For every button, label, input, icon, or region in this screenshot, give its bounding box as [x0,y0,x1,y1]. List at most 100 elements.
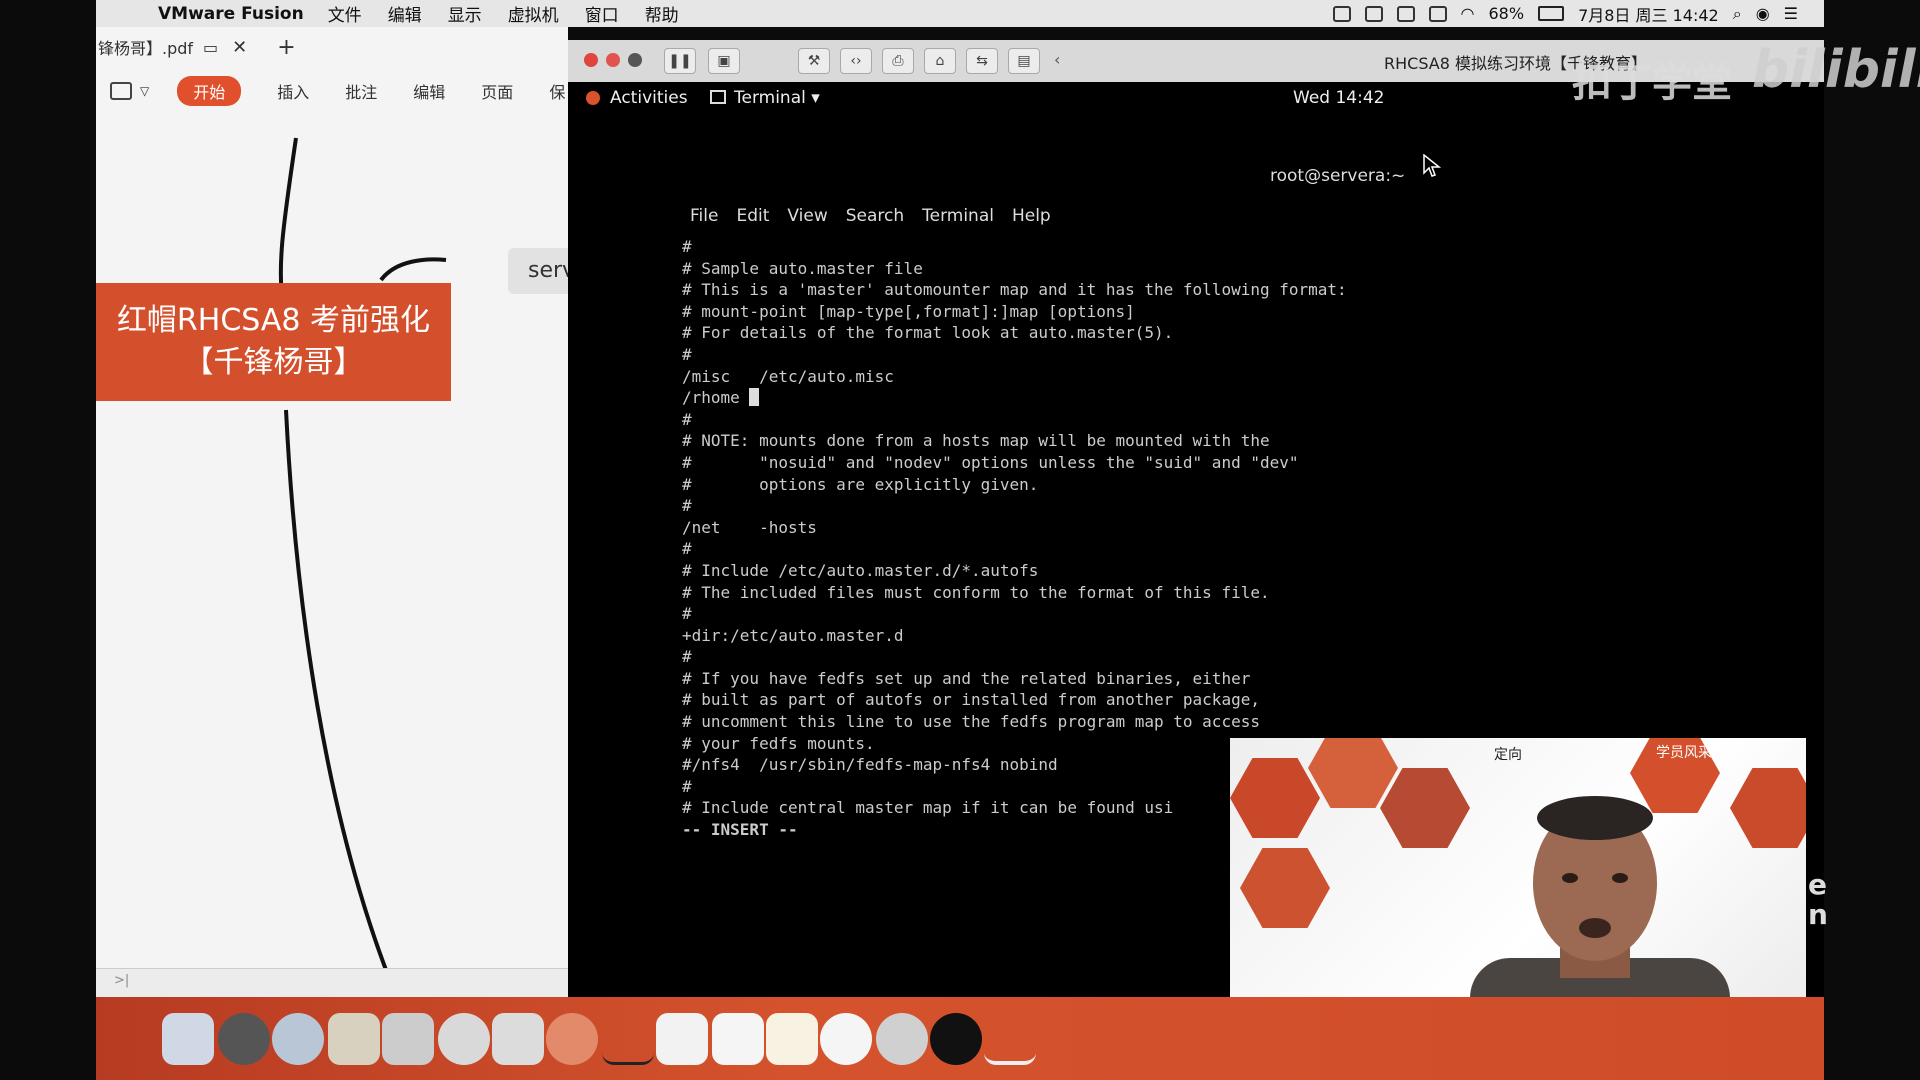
disk-button[interactable]: ⌂ [924,48,956,74]
safari-icon[interactable] [272,1013,324,1065]
pdf-toolbar: ▽ 开始 插入 批注 编辑 页面 保 [96,71,568,111]
side-clipped-text: e n [1808,868,1828,931]
terminal-menu-edit[interactable]: Edit [736,206,769,226]
terminal-app-menu[interactable]: Terminal ▾ [734,88,820,108]
terminal-line: # If you have fedfs set up and the relat… [682,668,1251,688]
terminal-line: +dir:/etc/auto.master.d [682,625,904,645]
notes-pen-icon[interactable] [602,1013,654,1065]
user-icon[interactable]: ◉ [1756,4,1770,23]
terminal-line: # NOTE: mounts done from a hosts map wil… [682,431,1270,451]
terminal-line: # Include /etc/auto.master.d/*.autofs [682,560,1039,580]
terminal-line: /rhome [682,387,1442,409]
bilibili-logo: bilibili [1752,40,1920,100]
menu-help[interactable]: 帮助 [645,1,679,26]
code-view-button[interactable]: ‹› [840,48,872,74]
terminal-menu-file[interactable]: File [690,206,718,226]
window-minimize-button[interactable] [606,53,620,67]
sidebar-toggle-icon[interactable]: >| [114,973,129,988]
facetime-icon[interactable] [382,1013,434,1065]
close-icon[interactable]: ✕ [232,37,247,58]
menu-window[interactable]: 窗口 [585,1,619,26]
wall-label-students: 学员风采 [1656,745,1712,761]
maps-icon[interactable] [492,1013,544,1065]
messages-icon[interactable] [438,1013,490,1065]
pause-button[interactable]: ❚❚ [664,48,696,74]
podcasts-icon[interactable] [876,1013,928,1065]
notification-list-icon[interactable]: ☰ [1784,4,1798,23]
terminal-line: /misc /etc/auto.misc [682,366,894,386]
tab-more[interactable]: 保 [549,79,565,103]
mindmap-canvas [278,137,447,971]
window-close-button[interactable] [584,53,598,67]
terminal-line: # [682,647,692,667]
terminal-line: # This is a 'master' automounter map and… [682,280,1347,300]
battery-icon[interactable] [1538,6,1565,21]
activities-button[interactable]: Activities [610,88,688,108]
terminal-line: # uncomment this line to use the fedfs p… [682,712,1260,732]
settings-wrench-button[interactable]: ⚒ [798,48,830,74]
menu-file[interactable]: 文件 [328,1,362,26]
tab-page[interactable]: 页面 [481,79,513,103]
finder-icon[interactable] [162,1013,214,1065]
clock-datetime[interactable]: 7月8日 周三 14:42 [1578,2,1719,26]
music-icon[interactable] [820,1013,872,1065]
status-w-icon[interactable] [1396,5,1415,22]
terminal-line: # [682,409,692,429]
terminal-line: # [682,344,692,364]
terminal-menu-view[interactable]: View [787,206,827,226]
printer-button[interactable]: ⎙ [882,48,914,74]
pdf-tab-preview-icon[interactable]: ▭ [203,38,218,57]
terminal-line: # "nosuid" and "nodev" options unless th… [682,452,1299,472]
gnome-clock[interactable]: Wed 14:42 [1293,88,1384,108]
terminal-line: # mount-point [map-type[,format]:]map [o… [682,301,1135,321]
menu-app-name[interactable]: VMware Fusion [158,4,304,24]
chevron-down-icon[interactable]: ▽ [140,84,149,98]
terminal-line: # built as part of autofs or installed f… [682,690,1260,710]
apple-tv-icon[interactable] [930,1013,982,1065]
reminders-icon[interactable] [712,1013,764,1065]
terminal-window-title: root@servera:~ [1270,166,1406,186]
tab-annotate[interactable]: 批注 [345,79,377,103]
terminal-menubar: File Edit View Search Terminal Help [690,206,1051,226]
battery-percent: 68% [1488,4,1525,23]
notes-icon[interactable] [766,1013,818,1065]
tab-insert[interactable]: 插入 [277,79,309,103]
pdf-tab-title[interactable]: 锋杨哥】.pdf [98,35,193,59]
calendar-icon[interactable] [656,1013,708,1065]
menu-vm[interactable]: 虚拟机 [508,1,559,26]
share-button[interactable]: ⇆ [966,48,998,74]
terminal-menu-terminal[interactable]: Terminal [922,206,994,226]
terminal-line: # options are explicitly given. [682,474,1039,494]
menu-edit[interactable]: 编辑 [388,1,422,26]
snapshot-button[interactable]: ▣ [708,48,740,74]
tab-edit[interactable]: 编辑 [413,79,445,103]
photos-icon[interactable] [546,1013,598,1065]
status-area: ◠ 68% 7月8日 周三 14:42 ⌕ ◉ ☰ [1332,2,1824,26]
mouse-pointer-icon [1423,154,1441,177]
mindmap-child-node[interactable]: serv [508,248,575,294]
wifi-icon[interactable]: ◠ [1461,4,1475,23]
launchpad-icon[interactable] [218,1013,270,1065]
status-app-icon[interactable] [1332,5,1351,22]
numbers-icon[interactable] [984,1013,1036,1065]
chevron-left-icon[interactable]: ‹ [1054,50,1060,69]
folder-button[interactable]: ▤ [1008,48,1040,74]
mindmap-root-node[interactable]: 红帽RHCSA8 考前强化【千锋杨哥】 [96,283,451,401]
status-s-icon[interactable] [1428,5,1447,22]
add-tab-icon[interactable]: + [277,35,295,60]
menu-view[interactable]: 显示 [448,1,482,26]
camera-icon[interactable] [1364,5,1383,22]
terminal-line: # [682,604,692,624]
window-zoom-button[interactable] [628,53,642,67]
watermark-text: 扣丁学堂 [1572,60,1732,106]
terminal-line: # [682,496,692,516]
tab-start[interactable]: 开始 [177,76,242,106]
pdf-menu-icon[interactable] [110,82,132,100]
terminal-menu-help[interactable]: Help [1012,206,1051,226]
wall-hexagon [1240,848,1330,928]
terminal-menu-search[interactable]: Search [846,206,904,226]
search-icon[interactable]: ⌕ [1733,4,1742,24]
terminal-line: # [682,539,692,559]
terminal-line: # The included files must conform to the… [682,582,1270,602]
mail-icon[interactable] [328,1013,380,1065]
